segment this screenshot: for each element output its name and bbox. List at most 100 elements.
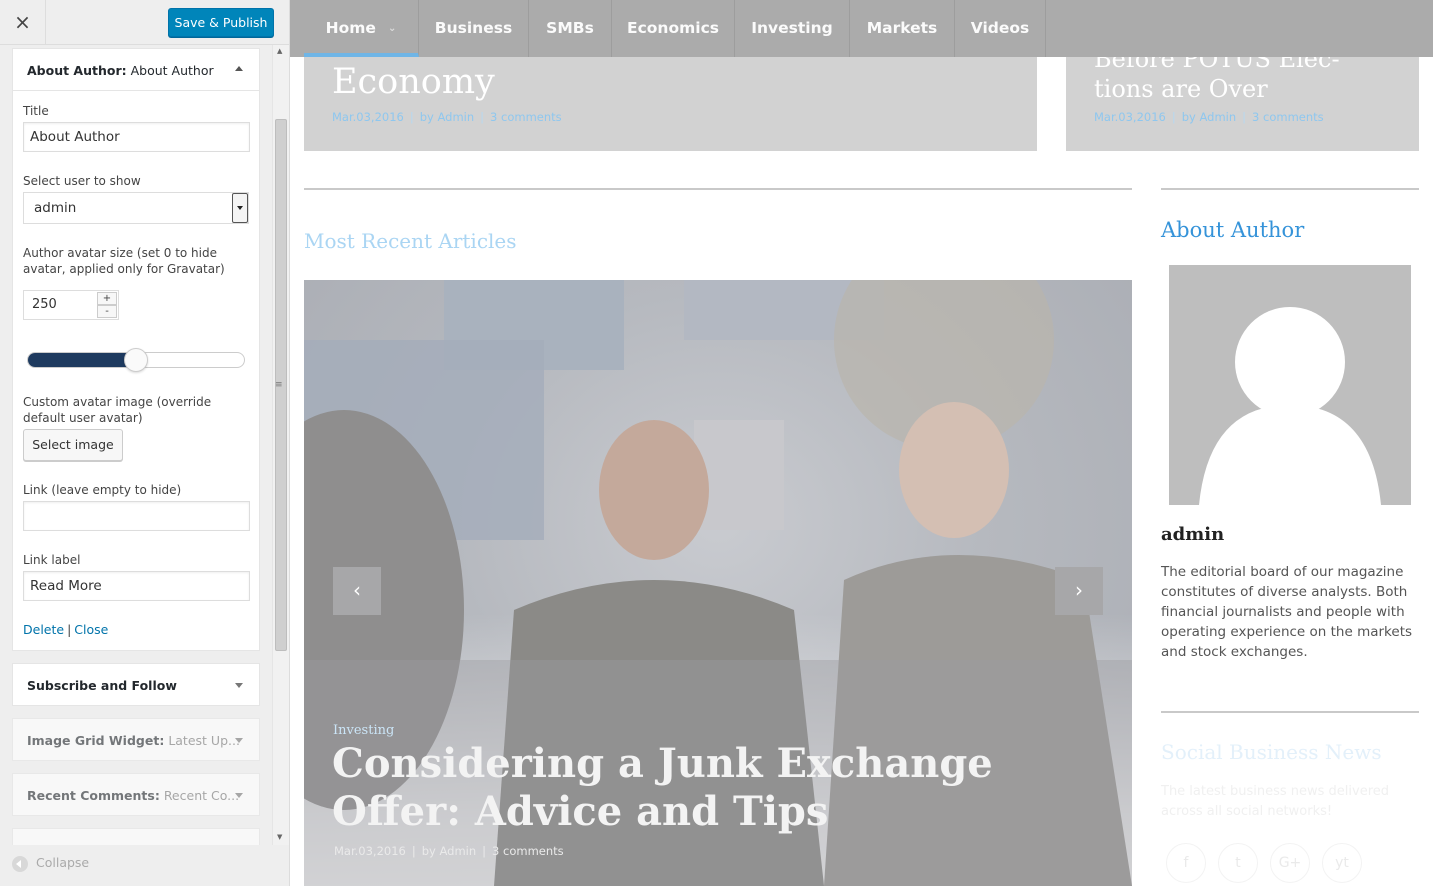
nav-item-videos[interactable]: Videos: [955, 0, 1046, 57]
post-comments[interactable]: 3 comments: [1252, 110, 1324, 124]
widget-type-label: About Author:: [27, 63, 127, 78]
author-bio: The editorial board of our magazine cons…: [1161, 564, 1413, 660]
widget-partial[interactable]: [12, 828, 260, 845]
collapse-icon: [12, 855, 28, 872]
youtube-icon[interactable]: yt: [1322, 843, 1362, 883]
title-label: Title: [23, 104, 49, 118]
widget-subscribe-follow[interactable]: Subscribe and Follow: [12, 663, 260, 706]
widget-image-grid[interactable]: Image Grid Widget: Latest Up...: [12, 718, 260, 761]
link-field[interactable]: [23, 501, 250, 531]
widget-recent-comments[interactable]: Recent Comments: Recent Co...: [12, 773, 260, 816]
link-label-field[interactable]: [23, 571, 250, 601]
avatar: [1169, 265, 1411, 505]
delete-link[interactable]: Delete: [23, 622, 64, 637]
widget-name: Subscribe and Follow: [27, 678, 177, 693]
post-author[interactable]: Admin: [438, 110, 475, 124]
post-comments[interactable]: 3 comments: [490, 110, 562, 124]
collapse-widget-icon[interactable]: [235, 66, 243, 71]
social-news-subtitle: The latest business news delivered acros…: [1161, 784, 1390, 819]
post-title-line: tions are Over: [1094, 75, 1268, 103]
about-author-heading: About Author: [1161, 218, 1305, 242]
author-name: admin: [1161, 524, 1225, 545]
select-image-button[interactable]: Select image: [23, 429, 123, 461]
post-by: by: [419, 110, 434, 124]
nav-label: Home: [325, 19, 376, 37]
slide-category[interactable]: Investing: [333, 723, 394, 738]
widget-list: About Author: About Author Title Select …: [0, 45, 289, 845]
link-field-label: Link (leave empty to hide): [23, 483, 182, 497]
main-navigation: Home ⌄ Business SMBs Economics Investing …: [290, 0, 1433, 57]
post-by: by: [421, 844, 436, 858]
collapse-label: Collapse: [36, 855, 90, 870]
slider-fill: [28, 353, 136, 367]
widget-instance-label: About Author: [130, 63, 214, 78]
nav-item-home[interactable]: Home ⌄: [304, 0, 419, 57]
link-label-label: Link label: [23, 553, 81, 567]
nav-item-markets[interactable]: Markets: [850, 0, 955, 57]
site-preview: Economy Mar.03,2016 | by Admin | 3 comments …: [290, 0, 1433, 886]
nav-item-investing[interactable]: Investing: [735, 0, 850, 57]
facebook-icon[interactable]: f: [1166, 843, 1206, 883]
post-date: Mar.03,2016: [332, 110, 404, 124]
customizer-sidebar: × Save & Publish About Author: About Aut…: [0, 0, 290, 886]
avatar-size-label: Author avatar size (set 0 to hide avatar…: [23, 246, 225, 276]
scroll-down-icon[interactable]: ▼: [277, 833, 282, 841]
article-slider[interactable]: ‹ › Investing Considering a Junk Exchang…: [304, 280, 1132, 886]
action-separator: |: [67, 622, 72, 637]
decrement-button[interactable]: -: [97, 305, 117, 318]
google-plus-icon[interactable]: G+: [1270, 843, 1310, 883]
post-date: Mar.03,2016: [1094, 110, 1166, 124]
customizer-screen: × Save & Publish About Author: About Aut…: [0, 0, 1433, 886]
slide-title[interactable]: Considering a Junk Exchange Offer: Advic…: [332, 740, 1112, 836]
social-news-heading: Social Business News: [1161, 740, 1382, 764]
select-user-label: Select user to show: [23, 174, 141, 188]
expand-widget-icon[interactable]: [235, 738, 243, 743]
post-date: Mar.03,2016: [334, 844, 406, 858]
widget-about-author: About Author: About Author Title Select …: [12, 48, 260, 651]
custom-avatar-label: Custom avatar image (override default us…: [23, 395, 212, 425]
post-meta: Mar.03,2016 | by Admin | 3 comments: [332, 110, 562, 124]
avatar-size-value: 250: [32, 297, 57, 312]
collapse-button[interactable]: Collapse: [12, 855, 89, 872]
avatar-size-slider[interactable]: [27, 348, 245, 372]
widget-divider: [1161, 711, 1419, 713]
widget-title-bar[interactable]: About Author: About Author: [13, 49, 259, 91]
grip-icon: ≡: [275, 380, 283, 390]
section-title: Most Recent Articles: [304, 229, 517, 253]
section-divider: [304, 188, 1132, 190]
avatar-size-stepper[interactable]: 250 + -: [23, 290, 119, 320]
user-select[interactable]: admin: [23, 192, 249, 224]
slider-prev-button[interactable]: ‹: [333, 567, 381, 615]
default-avatar-icon: [1199, 307, 1381, 505]
nav-item-business[interactable]: Business: [419, 0, 529, 57]
post-comments[interactable]: 3 comments: [492, 844, 564, 858]
twitter-icon[interactable]: t: [1218, 843, 1258, 883]
dropdown-arrow-icon[interactable]: [232, 193, 248, 223]
post-author[interactable]: Admin: [440, 844, 477, 858]
widget-detail: Recent Co...: [163, 788, 240, 803]
chevron-down-icon: ⌄: [387, 23, 397, 34]
nav-item-smbs[interactable]: SMBs: [529, 0, 612, 57]
expand-widget-icon[interactable]: [235, 793, 243, 798]
slide-meta: Mar.03,2016 | by Admin | 3 comments: [334, 844, 564, 858]
post-author[interactable]: Admin: [1200, 110, 1237, 124]
slider-handle[interactable]: [124, 348, 148, 372]
sidebar-header: × Save & Publish: [0, 0, 289, 45]
nav-item-economics[interactable]: Economics: [612, 0, 735, 57]
save-publish-button[interactable]: Save & Publish: [168, 8, 274, 37]
widget-actions: Delete | Close: [23, 622, 108, 637]
post-by: by: [1181, 110, 1196, 124]
increment-button[interactable]: +: [97, 292, 117, 305]
sidebar-divider: [1161, 188, 1419, 190]
post-title[interactable]: Economy: [332, 62, 495, 102]
post-meta: Mar.03,2016 | by Admin | 3 comments: [1094, 110, 1324, 124]
widget-name: Recent Comments:: [27, 788, 160, 803]
close-customizer-button[interactable]: ×: [0, 0, 46, 45]
expand-widget-icon[interactable]: [235, 683, 243, 688]
title-field[interactable]: [23, 122, 250, 152]
slider-next-button[interactable]: ›: [1055, 567, 1103, 615]
widget-name: Image Grid Widget:: [27, 733, 165, 748]
scroll-up-icon[interactable]: ▲: [277, 47, 282, 55]
close-link[interactable]: Close: [74, 622, 108, 637]
sidebar-scrollbar[interactable]: ▲ ≡ ▼: [272, 45, 289, 845]
